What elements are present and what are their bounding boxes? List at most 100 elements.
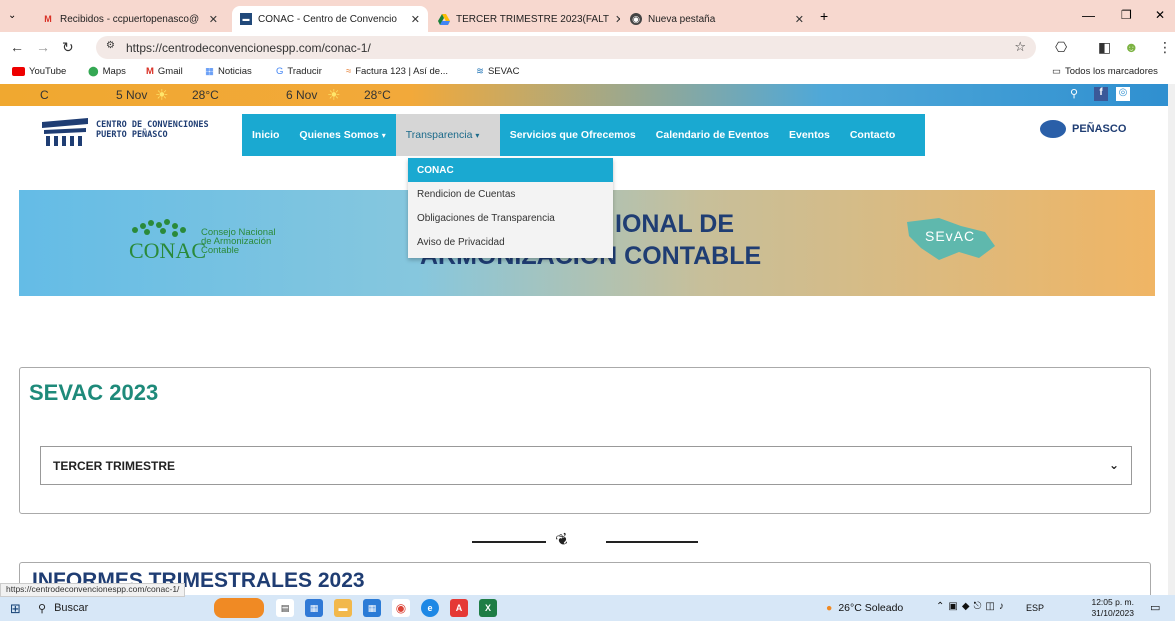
nav-label: Eventos — [788, 129, 830, 141]
acrobat-icon[interactable]: A — [450, 599, 468, 617]
excel-icon[interactable]: X — [479, 599, 497, 617]
all-bookmarks[interactable]: ▭ Todos los marcadores — [1052, 66, 1158, 77]
tray-icons[interactable]: ⌃▣◆⎋◫♪ — [936, 601, 1008, 612]
minimize-icon[interactable]: — — [1082, 8, 1095, 23]
nav-label: Transparencia — [405, 129, 473, 141]
file-explorer-icon[interactable]: ▬ — [334, 599, 352, 617]
bookmark-sevac[interactable]: ≋ SEVAC — [476, 66, 519, 77]
bookmark-label: Todos los marcadores — [1064, 66, 1158, 77]
dropdown-item-obligaciones[interactable]: Obligaciones de Transparencia — [408, 206, 613, 230]
language-indicator[interactable]: ESP — [1026, 603, 1044, 613]
reload-icon[interactable]: ↻ — [62, 39, 74, 56]
nav-calendario[interactable]: Calendario de Eventos — [646, 114, 779, 156]
store-icon[interactable]: ▦ — [305, 599, 323, 617]
conac-sub-line: Contable — [201, 245, 240, 256]
extensions-icon[interactable]: ⎔ — [1055, 39, 1067, 56]
nav-label: Contacto — [849, 129, 896, 141]
maps-icon: ⬤ — [88, 66, 99, 77]
notifications-icon[interactable]: ▭ — [1150, 601, 1160, 614]
site-info-icon[interactable]: ⚙ — [106, 40, 115, 51]
translate-icon: G — [276, 66, 284, 77]
facebook-icon[interactable]: f — [1094, 87, 1108, 101]
forward-icon[interactable]: → — [36, 39, 50, 55]
weather-day: 5 Nov — [116, 88, 148, 102]
nav-label: Quienes Somos — [299, 129, 379, 141]
taskbar-weather[interactable]: ● 26°C Soleado — [826, 602, 903, 614]
factura-icon: ≈ — [346, 66, 352, 77]
tab-new[interactable]: ◉ Nueva pestaña ✕ — [622, 6, 812, 32]
instagram-icon[interactable]: ◎ — [1116, 87, 1130, 101]
conac-title: CONAC — [129, 238, 207, 263]
dropdown-item-aviso[interactable]: Aviso de Privacidad — [408, 230, 613, 254]
tab-gmail[interactable]: M Recibidos - ccpuertopenasco@ ✕ — [34, 6, 226, 32]
partner-logo[interactable]: PEÑASCO — [1040, 120, 1126, 138]
bookmark-label: Factura 123 | Así de... — [355, 66, 448, 77]
dropdown-item-rendicion[interactable]: Rendicion de Cuentas — [408, 182, 613, 206]
nav-eventos[interactable]: Eventos — [779, 114, 840, 156]
tab-title: Recibidos - ccpuertopenasco@ — [60, 13, 200, 25]
bookmark-noticias[interactable]: ▦ Noticias — [205, 66, 252, 77]
bookmark-youtube[interactable]: YouTube — [12, 66, 66, 77]
conac-subtitle: Consejo Nacional de Armonización Contabl… — [201, 228, 275, 256]
sevac-section: SEVAC 2023 TERCER TRIMESTRE ⌄ — [19, 367, 1151, 514]
weather-strip: C 5 Nov ☀ 28°C 6 Nov ☀ 28°C ⚲ f ◎ — [0, 84, 1175, 106]
restore-icon[interactable]: ❐ — [1121, 8, 1132, 22]
windows-start-icon[interactable]: ⊞ — [10, 601, 21, 617]
chevron-down-icon: ▾ — [381, 130, 386, 140]
tab-strip: ⌄ M Recibidos - ccpuertopenasco@ ✕ ▬ CON… — [0, 0, 1175, 32]
close-icon[interactable]: ✕ — [203, 13, 218, 26]
dropdown-label: Aviso de Privacidad — [417, 236, 505, 248]
close-icon[interactable]: ✕ — [405, 13, 420, 26]
new-tab-button[interactable]: + — [820, 8, 828, 24]
partner-logo-icon — [1040, 120, 1066, 138]
site-logo-icon[interactable] — [40, 116, 90, 148]
divider-line — [472, 541, 546, 543]
chevron-down-icon: ▾ — [475, 130, 480, 140]
task-view-icon[interactable]: ▤ — [276, 599, 294, 617]
nav-servicios[interactable]: Servicios que Ofrecemos — [500, 114, 646, 156]
dropdown-label: Rendicion de Cuentas — [417, 188, 516, 200]
search-icon[interactable]: ⚲ — [1070, 87, 1078, 100]
taskbar-search[interactable]: ⚲ Buscar — [38, 598, 188, 618]
sevac-icon: ≋ — [476, 66, 484, 77]
nav-contacto[interactable]: Contacto — [840, 114, 906, 156]
tab-search-icon[interactable]: ⌄ — [8, 10, 16, 21]
scrollbar[interactable] — [1168, 84, 1175, 595]
back-icon[interactable]: ← — [10, 39, 24, 55]
nav-transparencia[interactable]: Transparencia ▾ — [395, 114, 500, 156]
sun-icon: ☀ — [155, 87, 169, 104]
bookmark-label: SEVAC — [487, 66, 520, 77]
weather-day: 6 Nov — [286, 88, 318, 102]
bookmark-star-icon[interactable]: ☆ — [1014, 39, 1026, 55]
bookmark-factura[interactable]: ≈ Factura 123 | Así de... — [346, 66, 448, 77]
bookmark-label: Traducir — [287, 66, 322, 77]
nav-inicio[interactable]: Inicio — [242, 114, 289, 156]
calendar-icon[interactable]: ▦ — [363, 599, 381, 617]
tab-drive[interactable]: TERCER TRIMESTRE 2023(FALT ✕ — [430, 6, 620, 32]
sidepanel-icon[interactable]: ◧ — [1098, 39, 1111, 56]
site-header: CENTRO DE CONVENCIONES PUERTO PEÑASCO In… — [0, 106, 1175, 164]
accordion-tercer-trimestre[interactable]: TERCER TRIMESTRE ⌄ — [40, 446, 1132, 485]
folder-icon: ▭ — [1052, 66, 1061, 77]
close-icon[interactable]: ✕ — [609, 13, 620, 26]
menu-icon[interactable]: ⋮ — [1158, 39, 1172, 56]
edge-icon[interactable]: e — [421, 599, 439, 617]
bookmark-gmail[interactable]: M Gmail — [146, 66, 183, 77]
window-close-icon[interactable]: ✕ — [1155, 8, 1165, 22]
tab-conac[interactable]: ▬ CONAC - Centro de Convencio ✕ — [232, 6, 428, 32]
chrome-icon: ◉ — [630, 13, 642, 25]
site-logo-text[interactable]: CENTRO DE CONVENCIONES PUERTO PEÑASCO — [96, 120, 209, 140]
gmail-icon: M — [44, 14, 52, 24]
clock[interactable]: 12:05 p. m. 31/10/2023 — [1082, 597, 1134, 619]
address-bar[interactable]: ⚙ https://centrodeconvencionespp.com/con… — [96, 36, 1036, 59]
search-icon: ⚲ — [38, 602, 47, 615]
profile-icon[interactable]: ☻ — [1124, 39, 1139, 55]
bookmark-label: Maps — [102, 66, 126, 77]
chevron-down-icon: ⌄ — [1108, 458, 1119, 472]
bookmark-maps[interactable]: ⬤ Maps — [88, 66, 126, 77]
bookmark-traducir[interactable]: G Traducir — [276, 66, 322, 77]
nav-quienes-somos[interactable]: Quienes Somos ▾ — [289, 114, 395, 156]
dropdown-item-conac[interactable]: CONAC — [408, 158, 613, 182]
close-icon[interactable]: ✕ — [789, 13, 804, 26]
chrome-taskbar-icon[interactable]: ◉ — [392, 599, 410, 617]
